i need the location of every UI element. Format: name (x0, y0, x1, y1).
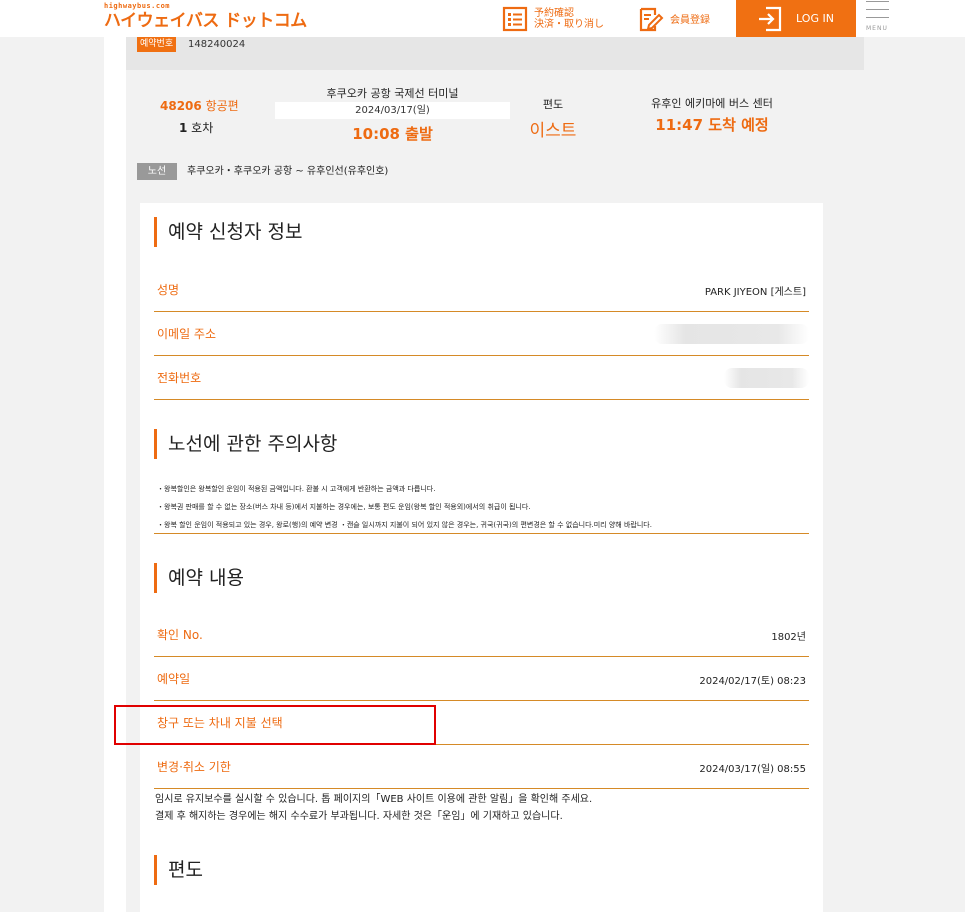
route-badge: 노선 (137, 163, 177, 180)
reservation-number: 148240024 (188, 39, 246, 50)
phone-value-redacted (724, 368, 809, 388)
deadline-row: 변경·취소 기한 2024/03/17(일) 08:55 (154, 745, 809, 789)
confirm-sublabel: 決済・取り消し (534, 18, 604, 30)
deadline-value: 2024/03/17(일) 08:55 (699, 764, 806, 775)
menu-label: MENU (866, 25, 888, 32)
notice-list: ・왕복할인은 왕복할인 운임이 적용된 금액입니다. 환불 시 고객에게 반환하… (154, 480, 809, 534)
member-label: 会員登録 (670, 15, 710, 26)
reservation-confirm-link[interactable]: 予約確認 決済・取り消し (502, 0, 604, 37)
phone-label: 전화번호 (157, 371, 202, 385)
direction-value: 이스트 (529, 121, 577, 141)
site-logo[interactable]: highwaybus.com ハイウェイバス ドットコム (104, 2, 307, 31)
departure-time: 10:08 출발 (352, 125, 433, 143)
car-number: 1 호차 (179, 121, 214, 135)
route-name: 후쿠오카・후쿠오카 공항 ~ 유후인선(유후인호) (187, 166, 389, 177)
maintenance-notice: 임시로 유지보수를 실시할 수 있습니다. 톱 페이지의「WEB 사이트 이용에… (155, 791, 592, 825)
deadline-label: 변경·취소 기한 (157, 760, 231, 774)
hamburger-icon (866, 1, 889, 2)
notice-section-title: 노선에 관한 주의사항 (154, 429, 337, 459)
site-header: highwaybus.com ハイウェイバス ドットコム 予約確認 決済・取り消… (0, 0, 965, 37)
booking-date-label: 예약일 (157, 672, 191, 686)
notice-line: ・왕복할인은 왕복할인 운임이 적용된 금액입니다. 환불 시 고객에게 반환하… (157, 485, 436, 493)
name-value: PARK JIYEON [게스트] (704, 287, 806, 298)
departure-date: 2024/03/17(일) (275, 102, 510, 119)
booking-date-value: 2024/02/17(토) 08:23 (699, 676, 806, 687)
highlight-box (114, 705, 436, 745)
booking-date-row: 예약일 2024/02/17(토) 08:23 (154, 657, 809, 701)
arrival-stop: 유후인 에키마에 버스 센터 (651, 97, 773, 110)
login-button[interactable]: LOG IN (736, 0, 856, 37)
confirm-no-value: 1802년 (771, 632, 806, 643)
login-door-icon (759, 6, 782, 31)
edit-document-icon (639, 7, 664, 31)
notice-line: ・왕복권 판매를 할 수 없는 장소(버스 차내 등)에서 지불하는 경우에는,… (157, 503, 531, 511)
list-icon (502, 6, 528, 31)
direction-label: 편도 (542, 98, 564, 111)
confirm-no-row: 확인 No. 1802년 (154, 613, 809, 657)
logo-domain: highwaybus.com (104, 2, 171, 10)
cancellation-line: 결제 후 해지하는 경우에는 해지 수수료가 부과됩니다. 자세한 것은「운임」… (155, 811, 563, 822)
login-label: LOG IN (796, 12, 834, 25)
maintenance-line: 임시로 유지보수를 실시할 수 있습니다. 톱 페이지의「WEB 사이트 이용에… (155, 794, 593, 805)
departure-stop: 후쿠오카 공항 국제선 터미널 (326, 87, 459, 100)
applicant-phone-row: 전화번호 (154, 356, 809, 400)
arrival-time: 11:47 도착 예정 (655, 116, 769, 134)
reservation-badge: 예약번호 (137, 37, 177, 52)
name-label: 성명 (157, 283, 180, 297)
applicant-section-title: 예약 신청자 정보 (154, 217, 302, 247)
oneway-section-title: 편도 (154, 855, 203, 885)
applicant-name-row: 성명 PARK JIYEON [게스트] (154, 268, 809, 312)
menu-button[interactable]: MENU (866, 0, 890, 37)
confirm-label: 予約確認 (534, 7, 574, 19)
booking-section-title: 예약 내용 (154, 563, 244, 593)
email-label: 이메일 주소 (157, 327, 217, 341)
logo-title: ハイウェイバス ドットコム (104, 11, 307, 31)
notice-line: ・왕복 할인 운임이 적용되고 있는 경우, 왕로(행)의 예약 변경 ・캔슬 … (157, 521, 652, 529)
applicant-email-row: 이메일 주소 (154, 312, 809, 356)
flight-number: 48206 항공편 (160, 99, 239, 113)
confirm-no-label: 확인 No. (157, 628, 203, 642)
member-register-link[interactable]: 会員登録 (638, 0, 710, 37)
email-value-redacted (654, 324, 809, 344)
